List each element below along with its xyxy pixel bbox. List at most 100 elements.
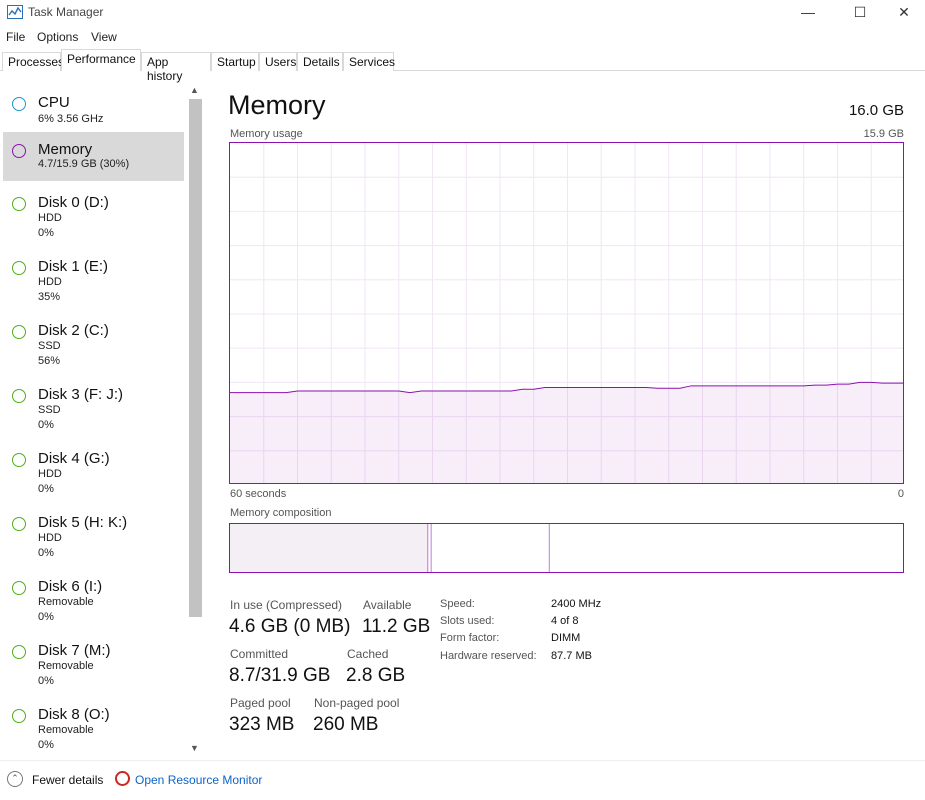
resource-sidebar: CPU 6% 3.56 GHz Memory 4.7/15.9 GB (30%)… <box>0 80 186 760</box>
menu-bar: File Options View <box>0 27 925 47</box>
sidebar-item-disk-5[interactable]: Disk 5 (H: K:) HDD 0% <box>3 505 184 567</box>
sidebar-item-title: Disk 3 (F: J:) <box>38 386 123 403</box>
collapse-chevron-icon[interactable]: ⌃ <box>7 771 23 787</box>
graph-time-left: 60 seconds <box>230 488 287 500</box>
speed-value: 2400 MHz <box>551 598 602 610</box>
sidebar-item-title: Disk 7 (M:) <box>38 642 111 659</box>
form-factor-label: Form factor: <box>440 632 500 644</box>
memory-composition-chart <box>230 524 550 572</box>
in-use-value: 4.6 GB (0 MB) <box>229 616 351 637</box>
sidebar-item-disk-3[interactable]: Disk 3 (F: J:) SSD 0% <box>3 377 184 439</box>
scroll-down-icon[interactable]: ▼ <box>190 743 199 753</box>
sidebar-item-usage: 0% <box>38 611 54 623</box>
open-resource-monitor-link[interactable]: Open Resource Monitor <box>135 773 262 787</box>
disk-indicator-icon <box>12 645 26 659</box>
sidebar-item-title: Disk 5 (H: K:) <box>38 514 128 531</box>
composition-in-use <box>230 524 428 572</box>
sidebar-item-disk-4[interactable]: Disk 4 (G:) HDD 0% <box>3 441 184 503</box>
minimize-button[interactable]: — <box>785 0 831 26</box>
sidebar-item-detail: 4.7/15.9 GB (30%) <box>38 158 130 170</box>
sidebar-scrollbar[interactable]: ▲ ▼ <box>187 83 204 758</box>
sidebar-item-title: Disk 1 (E:) <box>38 258 109 275</box>
sidebar-item-disk-6[interactable]: Disk 6 (I:) Removable 0% <box>3 569 184 631</box>
disk-indicator-icon <box>12 517 26 531</box>
slots-used-value: 4 of 8 <box>551 615 579 627</box>
sidebar-item-usage: 0% <box>38 227 54 239</box>
non-paged-pool-label: Non-paged pool <box>314 696 400 710</box>
form-factor-value: DIMM <box>551 632 581 644</box>
sidebar-item-usage: 0% <box>38 675 54 687</box>
tab-details[interactable]: Details <box>297 52 343 71</box>
sidebar-item-usage: 0% <box>38 547 54 559</box>
footer-divider <box>0 760 925 761</box>
fewer-details-button[interactable]: Fewer details <box>32 773 103 787</box>
disk-indicator-icon <box>12 261 26 275</box>
disk-indicator-icon <box>12 389 26 403</box>
sidebar-item-usage: 0% <box>38 419 54 431</box>
sidebar-item-disk-8[interactable]: Disk 8 (O:) Removable 0% <box>3 697 184 759</box>
maximize-button[interactable]: ☐ <box>837 0 883 26</box>
sidebar-item-type: Removable <box>38 596 94 608</box>
paged-pool-label: Paged pool <box>230 696 291 710</box>
memory-usage-max: 15.9 GB <box>863 128 904 140</box>
sidebar-item-type: Removable <box>38 660 94 672</box>
sidebar-item-type: SSD <box>38 340 61 352</box>
sidebar-item-usage: 35% <box>38 291 61 303</box>
sidebar-item-title: Disk 4 (G:) <box>38 450 110 467</box>
sidebar-item-title: CPU <box>38 94 70 111</box>
graph-time-right: 0 <box>897 488 904 500</box>
in-use-label: In use (Compressed) <box>230 598 343 612</box>
sidebar-item-usage: 56% <box>38 355 61 367</box>
sidebar-item-type: SSD <box>38 404 61 416</box>
sidebar-item-usage: 0% <box>38 739 54 751</box>
scroll-up-icon[interactable]: ▲ <box>190 85 199 95</box>
sidebar-item-title: Disk 2 (C:) <box>38 322 109 339</box>
disk-indicator-icon <box>12 325 26 339</box>
sidebar-item-usage: 0% <box>38 483 54 495</box>
usage-area <box>230 382 903 483</box>
title-bar: Task Manager — ☐ ✕ <box>0 0 925 26</box>
tab-users[interactable]: Users <box>259 52 297 71</box>
sidebar-item-type: HDD <box>38 212 62 224</box>
sidebar-item-type: HDD <box>38 468 62 480</box>
sidebar-item-title: Disk 6 (I:) <box>38 578 103 595</box>
memory-usage-label: Memory usage <box>230 128 303 140</box>
disk-indicator-icon <box>12 581 26 595</box>
menu-file[interactable]: File <box>6 30 25 44</box>
committed-value: 8.7/31.9 GB <box>229 665 331 686</box>
task-manager-app-icon <box>7 5 23 19</box>
sidebar-item-cpu[interactable]: CPU 6% 3.56 GHz <box>3 85 184 135</box>
tab-processes[interactable]: Processes <box>2 52 64 71</box>
menu-options[interactable]: Options <box>37 30 78 44</box>
paged-pool-value: 323 MB <box>229 714 295 735</box>
sidebar-item-disk-1[interactable]: Disk 1 (E:) HDD 35% <box>3 249 184 311</box>
page-title: Memory <box>228 90 326 120</box>
non-paged-pool-value: 260 MB <box>313 714 379 735</box>
resource-monitor-icon[interactable] <box>115 771 130 786</box>
memory-indicator-icon <box>12 144 26 158</box>
sidebar-item-detail: 6% 3.56 GHz <box>38 113 104 125</box>
sidebar-item-disk-0[interactable]: Disk 0 (D:) HDD 0% <box>3 185 184 247</box>
sidebar-item-type: HDD <box>38 532 62 544</box>
memory-usage-graph <box>229 142 904 484</box>
tab-app-history[interactable]: App history <box>141 52 211 83</box>
cpu-indicator-icon <box>12 97 26 111</box>
available-value: 11.2 GB <box>362 616 431 637</box>
tab-startup[interactable]: Startup <box>211 52 259 71</box>
sidebar-item-disk-7[interactable]: Disk 7 (M:) Removable 0% <box>3 633 184 695</box>
memory-usage-chart <box>230 143 903 483</box>
sidebar-item-title: Disk 0 (D:) <box>38 194 109 211</box>
tab-performance[interactable]: Performance <box>61 49 141 71</box>
cached-value: 2.8 GB <box>346 665 406 686</box>
disk-indicator-icon <box>12 197 26 211</box>
menu-view[interactable]: View <box>91 30 117 44</box>
speed-label: Speed: <box>440 598 475 610</box>
tab-services[interactable]: Services <box>343 52 395 71</box>
close-button[interactable]: ✕ <box>881 0 925 26</box>
sidebar-item-memory[interactable]: Memory 4.7/15.9 GB (30%) <box>3 132 184 181</box>
sidebar-item-title: Disk 8 (O:) <box>38 706 110 723</box>
total-memory: 16.0 GB <box>848 102 904 119</box>
disk-indicator-icon <box>12 453 26 467</box>
sidebar-item-disk-2[interactable]: Disk 2 (C:) SSD 56% <box>3 313 184 375</box>
scroll-thumb[interactable] <box>189 99 202 617</box>
